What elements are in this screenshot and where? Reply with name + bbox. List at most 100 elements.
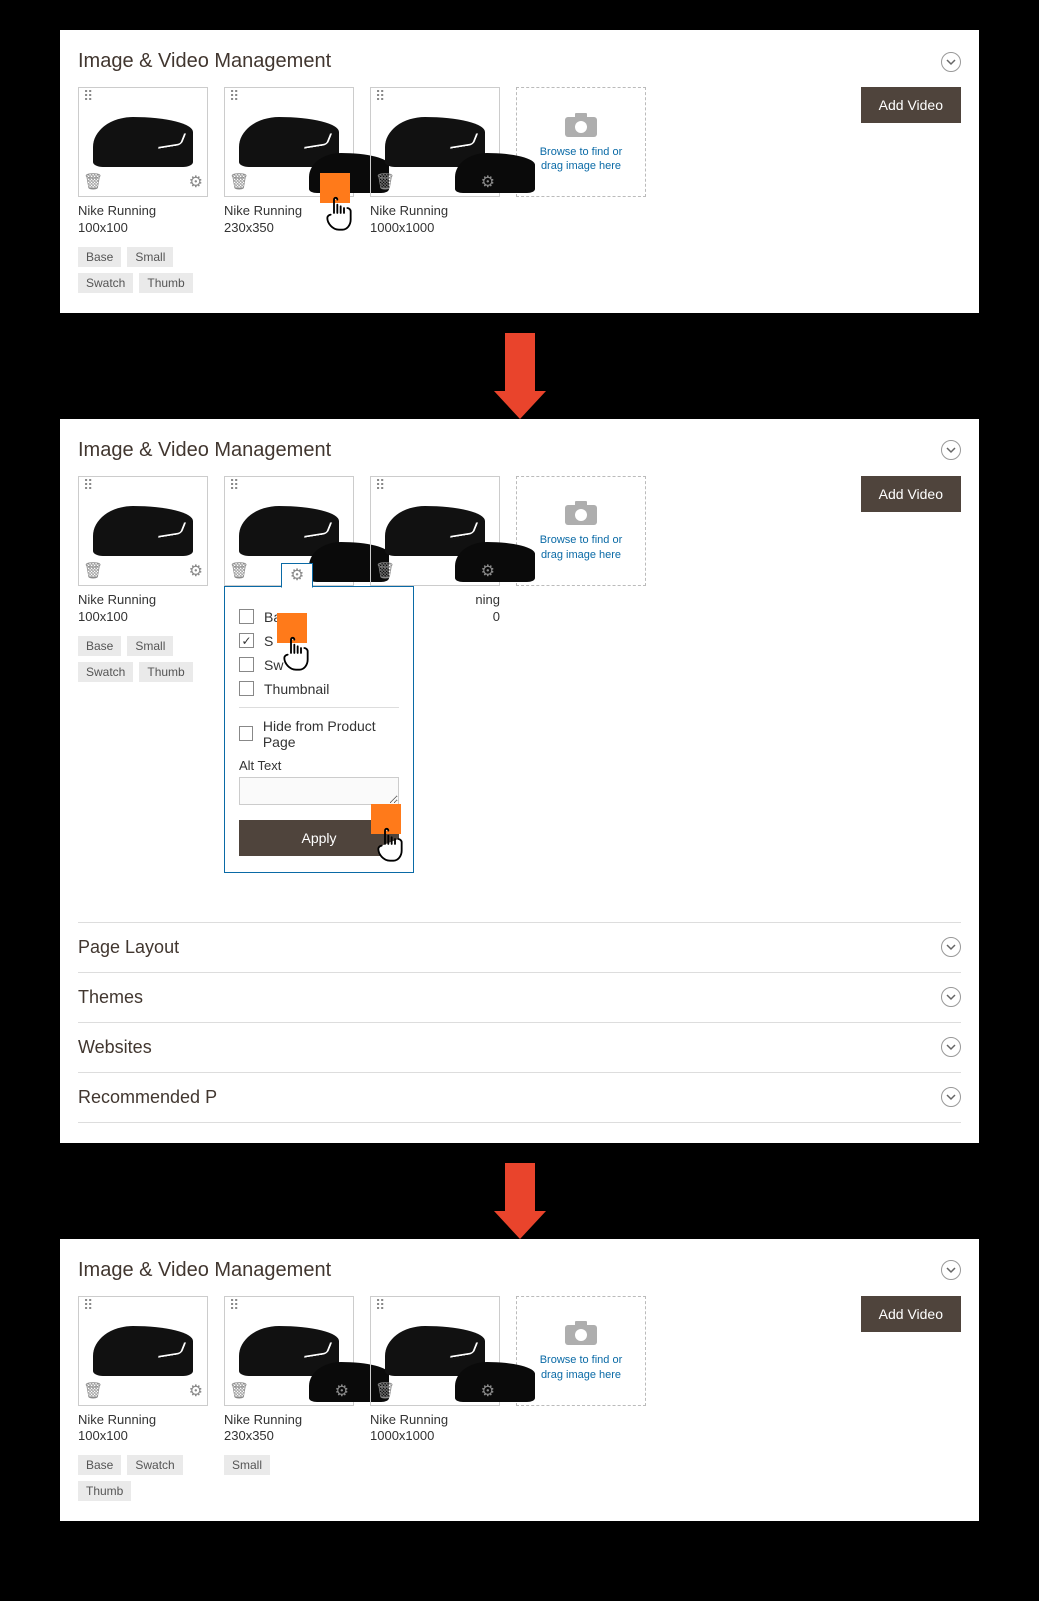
- image-card[interactable]: ⠿ 🗑 ⚙: [370, 87, 500, 197]
- chevron-down-icon: [946, 942, 956, 952]
- upload-hint: Browse to find ordrag image here: [540, 145, 623, 174]
- role-tag: Base: [78, 636, 121, 656]
- checkbox-thumbnail[interactable]: [239, 681, 254, 696]
- trash-icon[interactable]: 🗑: [229, 172, 249, 192]
- trash-icon[interactable]: 🗑: [375, 172, 395, 192]
- camera-icon: [563, 111, 599, 139]
- gear-icon: ⚙: [290, 565, 304, 585]
- arrow-down-icon: [505, 1163, 535, 1213]
- checkbox-base[interactable]: [239, 609, 254, 624]
- image-card[interactable]: ⠿ 🗑 ⚙: [224, 1296, 354, 1406]
- upload-dropzone[interactable]: Browse to find ordrag image here: [516, 1296, 646, 1406]
- upload-dropzone[interactable]: Browse to find ordrag image here: [516, 476, 646, 586]
- gear-icon[interactable]: ⚙: [189, 1381, 203, 1401]
- image-size: 1000x1000: [370, 1428, 434, 1443]
- upload-dropzone[interactable]: Browse to find ordrag image here: [516, 87, 646, 197]
- image-card[interactable]: ⠿ 🗑 ⚙: [78, 1296, 208, 1406]
- trash-icon[interactable]: 🗑: [83, 1381, 103, 1401]
- collapse-toggle[interactable]: [941, 1037, 961, 1057]
- add-video-button[interactable]: Add Video: [861, 1296, 961, 1332]
- chevron-down-icon: [946, 1265, 956, 1275]
- option-label: Hide from Product Page: [263, 718, 399, 750]
- drag-handle-icon[interactable]: ⠿: [375, 1301, 387, 1309]
- section-title: Image & Video Management: [78, 1259, 331, 1282]
- option-label: Thumbnail: [264, 681, 329, 697]
- collapse-toggle[interactable]: [941, 1087, 961, 1107]
- checkbox-small[interactable]: [239, 633, 254, 648]
- checkbox-swatch[interactable]: [239, 657, 254, 672]
- accordion-recommended[interactable]: Recommended P: [78, 1072, 961, 1123]
- camera-icon: [563, 1319, 599, 1347]
- chevron-down-icon: [946, 1092, 956, 1102]
- drag-handle-icon[interactable]: ⠿: [375, 92, 387, 100]
- collapse-toggle[interactable]: [941, 937, 961, 957]
- gear-icon[interactable]: ⚙: [335, 1381, 349, 1401]
- section-title: Image & Video Management: [78, 50, 331, 73]
- role-tag: Small: [127, 247, 173, 267]
- drag-handle-icon[interactable]: ⠿: [83, 481, 95, 489]
- role-tag: Thumb: [139, 662, 192, 682]
- drag-handle-icon[interactable]: ⠿: [229, 1301, 241, 1309]
- image-name: Nike Running: [78, 592, 156, 607]
- gear-icon[interactable]: ⚙: [481, 561, 495, 581]
- role-tag: Swatch: [127, 1455, 182, 1475]
- chevron-down-icon: [946, 57, 956, 67]
- image-size: 100x100: [78, 1428, 128, 1443]
- drag-handle-icon[interactable]: ⠿: [229, 481, 241, 489]
- trash-icon[interactable]: 🗑: [229, 1381, 249, 1401]
- add-video-button[interactable]: Add Video: [861, 476, 961, 512]
- upload-hint: Browse to find ordrag image here: [540, 533, 623, 562]
- divider: [239, 707, 399, 708]
- image-size-partial: 0: [493, 609, 500, 624]
- image-size: 100x100: [78, 609, 128, 624]
- image-size: 1000x1000: [370, 220, 434, 235]
- accordion-page-layout[interactable]: Page Layout: [78, 922, 961, 972]
- collapse-toggle[interactable]: [941, 440, 961, 460]
- drag-handle-icon[interactable]: ⠿: [375, 481, 387, 489]
- image-card[interactable]: ⠿ 🗑 ⚙: [78, 87, 208, 197]
- trash-icon[interactable]: 🗑: [83, 172, 103, 192]
- drag-handle-icon[interactable]: ⠿: [229, 92, 241, 100]
- accordion-websites[interactable]: Websites: [78, 1022, 961, 1072]
- image-size: 100x100: [78, 220, 128, 235]
- image-card[interactable]: ⠿ 🗑 ⚙: [370, 1296, 500, 1406]
- camera-icon: [563, 499, 599, 527]
- trash-icon[interactable]: 🗑: [83, 561, 103, 581]
- trash-icon[interactable]: 🗑: [375, 1381, 395, 1401]
- trash-icon[interactable]: 🗑: [229, 561, 249, 581]
- gear-icon[interactable]: ⚙: [481, 1381, 495, 1401]
- drag-handle-icon[interactable]: ⠿: [83, 92, 95, 100]
- arrow-down-icon: [505, 333, 535, 393]
- role-tag: Thumb: [78, 1481, 131, 1501]
- panel-step-2: Image & Video Management ⠿ 🗑 ⚙ Nike Run: [60, 419, 979, 1143]
- gear-icon[interactable]: ⚙: [481, 172, 495, 192]
- checkbox-hide[interactable]: [239, 726, 253, 741]
- image-card[interactable]: ⠿ 🗑 ⚙: [370, 476, 500, 586]
- chevron-down-icon: [946, 1042, 956, 1052]
- chevron-down-icon: [946, 445, 956, 455]
- option-label: S: [264, 633, 273, 649]
- collapse-toggle[interactable]: [941, 1260, 961, 1280]
- gear-icon[interactable]: ⚙: [189, 172, 203, 192]
- collapse-toggle[interactable]: [941, 52, 961, 72]
- gear-tab[interactable]: ⚙: [281, 563, 313, 588]
- collapse-toggle[interactable]: [941, 987, 961, 1007]
- add-video-button[interactable]: Add Video: [861, 87, 961, 123]
- role-tag: Swatch: [78, 273, 133, 293]
- gear-icon[interactable]: ⚙: [189, 561, 203, 581]
- role-tag: Thumb: [139, 273, 192, 293]
- drag-handle-icon[interactable]: ⠿: [83, 1301, 95, 1309]
- accordion-themes[interactable]: Themes: [78, 972, 961, 1022]
- role-tag: Base: [78, 247, 121, 267]
- chevron-down-icon: [946, 992, 956, 1002]
- section-title: Image & Video Management: [78, 439, 331, 462]
- alt-text-input[interactable]: [239, 777, 399, 805]
- alt-text-label: Alt Text: [239, 758, 399, 773]
- image-name: Nike Running: [224, 203, 302, 218]
- image-size: 230x350: [224, 220, 274, 235]
- image-card[interactable]: ⠿ 🗑 ⚙: [78, 476, 208, 586]
- trash-icon[interactable]: 🗑: [375, 561, 395, 581]
- role-tag: Small: [127, 636, 173, 656]
- role-tag: Swatch: [78, 662, 133, 682]
- image-size: 230x350: [224, 1428, 274, 1443]
